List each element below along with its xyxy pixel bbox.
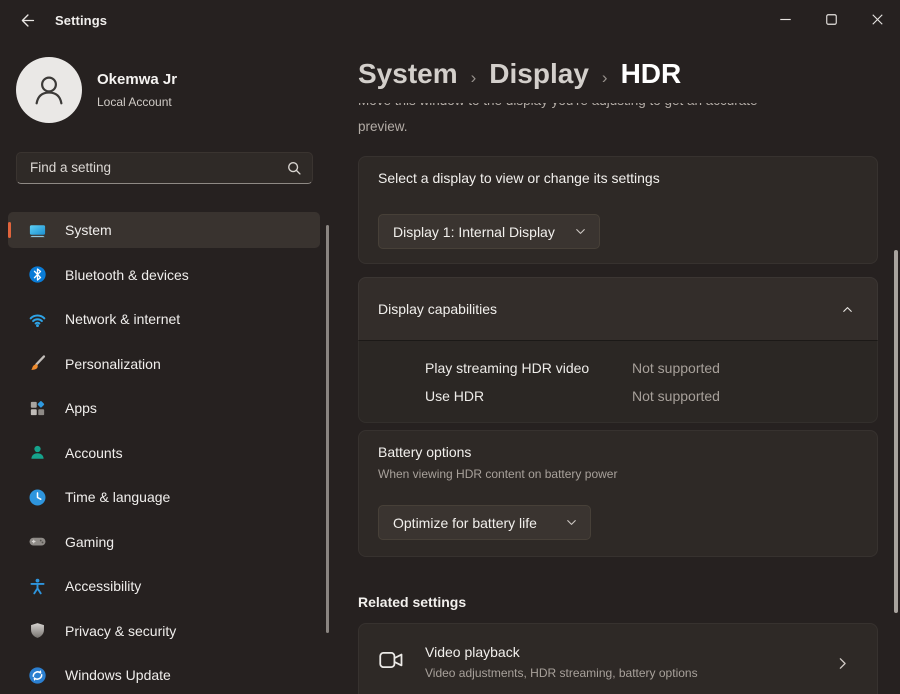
maximize-icon	[822, 10, 841, 29]
battery-options-dropdown[interactable]: Optimize for battery life	[378, 505, 591, 540]
sidebar-item-system[interactable]: System	[8, 212, 320, 248]
gamepad-icon	[28, 532, 47, 551]
close-icon	[868, 10, 887, 29]
search-input[interactable]	[17, 153, 312, 183]
sidebar-item-label: Apps	[65, 400, 97, 416]
battery-options-title: Battery options	[378, 444, 471, 460]
back-button[interactable]	[12, 7, 42, 33]
back-arrow-icon	[19, 12, 36, 29]
window-controls	[762, 0, 900, 38]
accessibility-icon	[28, 577, 47, 596]
related-settings-heading: Related settings	[358, 594, 466, 610]
shield-icon	[28, 621, 47, 640]
sidebar-nav: System Bluetooth & devices Network & int…	[8, 212, 320, 694]
select-display-label: Select a display to view or change its s…	[378, 170, 660, 186]
system-icon	[28, 221, 47, 240]
capability-row: Play streaming HDR video Not supported	[425, 354, 877, 382]
video-playback-card[interactable]: Video playback Video adjustments, HDR st…	[358, 623, 878, 694]
description-preview-line: preview.	[358, 118, 878, 136]
sidebar-item-label: Personalization	[65, 356, 161, 372]
breadcrumb-separator: ›	[602, 60, 608, 88]
sidebar-scrollbar-thumb[interactable]	[326, 225, 329, 633]
display-select-dropdown[interactable]: Display 1: Internal Display	[378, 214, 600, 249]
maximize-button[interactable]	[808, 0, 854, 38]
chevron-down-icon	[573, 224, 588, 239]
selected-accent-bar	[8, 222, 11, 238]
user-account-type: Local Account	[97, 95, 172, 109]
sidebar-item-time-language[interactable]: Time & language	[8, 479, 320, 515]
sidebar-item-personalization[interactable]: Personalization	[8, 346, 320, 382]
main-scrollbar-thumb[interactable]	[894, 250, 898, 613]
sidebar-item-apps[interactable]: Apps	[8, 390, 320, 426]
sidebar-item-accessibility[interactable]: Accessibility	[8, 568, 320, 604]
sidebar-item-label: Gaming	[65, 534, 114, 550]
window-title: Settings	[55, 13, 107, 28]
breadcrumb-hdr: HDR	[621, 58, 682, 90]
battery-options-subtitle: When viewing HDR content on battery powe…	[378, 467, 617, 481]
person-avatar-icon	[27, 68, 71, 112]
close-button[interactable]	[854, 0, 900, 38]
breadcrumb: System › Display › HDR	[358, 58, 681, 90]
sidebar-item-bluetooth-devices[interactable]: Bluetooth & devices	[8, 257, 320, 293]
apps-grid-icon	[28, 399, 47, 418]
sidebar-item-label: Accessibility	[65, 578, 141, 594]
hdr-description: Move this window to the display you're a…	[358, 103, 878, 136]
minimize-button[interactable]	[762, 0, 808, 38]
sidebar-item-label: Time & language	[65, 489, 170, 505]
sidebar-item-label: Windows Update	[65, 667, 171, 683]
wifi-icon	[28, 310, 47, 329]
paintbrush-icon	[28, 354, 47, 373]
video-camera-icon	[379, 650, 404, 670]
battery-options-card: Battery options When viewing HDR content…	[358, 430, 878, 557]
sidebar-item-windows-update[interactable]: Windows Update	[8, 657, 320, 693]
sidebar-item-label: Network & internet	[65, 311, 180, 327]
search-box[interactable]	[16, 152, 313, 184]
display-capabilities-body: Play streaming HDR video Not supported U…	[358, 340, 878, 423]
avatar[interactable]	[16, 57, 82, 123]
capability-row: Use HDR Not supported	[425, 382, 877, 410]
search-icon	[286, 160, 303, 177]
breadcrumb-display[interactable]: Display	[489, 58, 589, 90]
display-capabilities-header[interactable]: Display capabilities	[358, 277, 878, 340]
sidebar-item-label: Accounts	[65, 445, 123, 461]
minimize-icon	[776, 10, 795, 29]
titlebar: Settings	[0, 0, 900, 44]
sidebar-item-privacy-security[interactable]: Privacy & security	[8, 613, 320, 649]
bluetooth-icon	[28, 265, 47, 284]
capability-value: Not supported	[632, 388, 720, 404]
settings-window: Settings Okemwa Jr Local Account	[0, 0, 900, 694]
display-select-value: Display 1: Internal Display	[393, 224, 555, 240]
sidebar-item-network-internet[interactable]: Network & internet	[8, 301, 320, 337]
breadcrumb-separator: ›	[471, 60, 477, 88]
user-name: Okemwa Jr	[97, 71, 177, 88]
battery-options-value: Optimize for battery life	[393, 515, 537, 531]
chevron-right-icon	[834, 655, 851, 672]
display-capabilities-title: Display capabilities	[378, 301, 497, 317]
chevron-down-icon	[564, 515, 579, 530]
breadcrumb-system[interactable]: System	[358, 58, 458, 90]
capability-value: Not supported	[632, 360, 720, 376]
sidebar-item-accounts[interactable]: Accounts	[8, 435, 320, 471]
video-playback-subtitle: Video adjustments, HDR streaming, batter…	[425, 666, 698, 680]
chevron-up-icon[interactable]	[840, 302, 855, 317]
sidebar-item-label: Privacy & security	[65, 623, 176, 639]
capability-label: Play streaming HDR video	[425, 360, 632, 376]
update-arrows-icon	[28, 666, 47, 685]
sidebar-item-label: Bluetooth & devices	[65, 267, 189, 283]
clock-icon	[28, 488, 47, 507]
display-capabilities-card: Display capabilities Play streaming HDR …	[358, 277, 878, 423]
person-accounts-icon	[28, 443, 47, 462]
sidebar-item-label: System	[65, 222, 112, 238]
capability-label: Use HDR	[425, 388, 632, 404]
select-display-card: Select a display to view or change its s…	[358, 156, 878, 264]
clipped-text-line: Move this window to the display you're a…	[358, 103, 878, 112]
video-playback-title: Video playback	[425, 644, 520, 660]
sidebar-item-gaming[interactable]: Gaming	[8, 524, 320, 560]
